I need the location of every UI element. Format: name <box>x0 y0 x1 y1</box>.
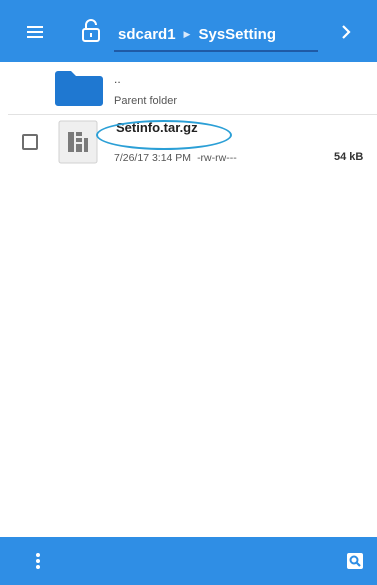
breadcrumb-scroll-indicator <box>114 50 318 52</box>
file-permissions: -rw-rw--- <box>197 152 237 164</box>
list-item-parent-folder[interactable]: .. Parent folder <box>0 62 377 114</box>
folder-icon <box>55 71 103 106</box>
breadcrumb: sdcard1 ▶ SysSetting <box>118 24 276 44</box>
file-meta: 7/26/17 3:14 PM -rw-rw--- <box>114 152 237 164</box>
top-app-bar: sdcard1 ▶ SysSetting <box>0 0 377 62</box>
list-item-file[interactable]: Setinfo.tar.gz 7/26/17 3:14 PM -rw-rw--- … <box>0 114 377 170</box>
chevron-right-icon[interactable] <box>336 22 356 42</box>
breadcrumb-separator-icon: ▶ <box>183 28 191 39</box>
breadcrumb-item-syssetting[interactable]: SysSetting <box>198 26 276 43</box>
more-vertical-icon[interactable] <box>28 551 48 571</box>
file-date: 7/26/17 3:14 PM <box>114 152 192 164</box>
parent-folder-dots: .. <box>114 72 121 86</box>
bottom-toolbar <box>0 537 377 585</box>
parent-folder-label: Parent folder <box>114 95 177 107</box>
highlight-annotation-oval <box>96 120 232 150</box>
unlocked-padlock-icon[interactable] <box>80 18 102 44</box>
search-icon[interactable] <box>346 552 364 570</box>
select-checkbox[interactable] <box>22 134 38 150</box>
breadcrumb-item-sdcard1[interactable]: sdcard1 <box>118 26 176 43</box>
archive-file-icon <box>58 120 98 164</box>
file-size: 54 kB <box>334 151 364 163</box>
hamburger-menu-icon[interactable] <box>22 22 48 42</box>
